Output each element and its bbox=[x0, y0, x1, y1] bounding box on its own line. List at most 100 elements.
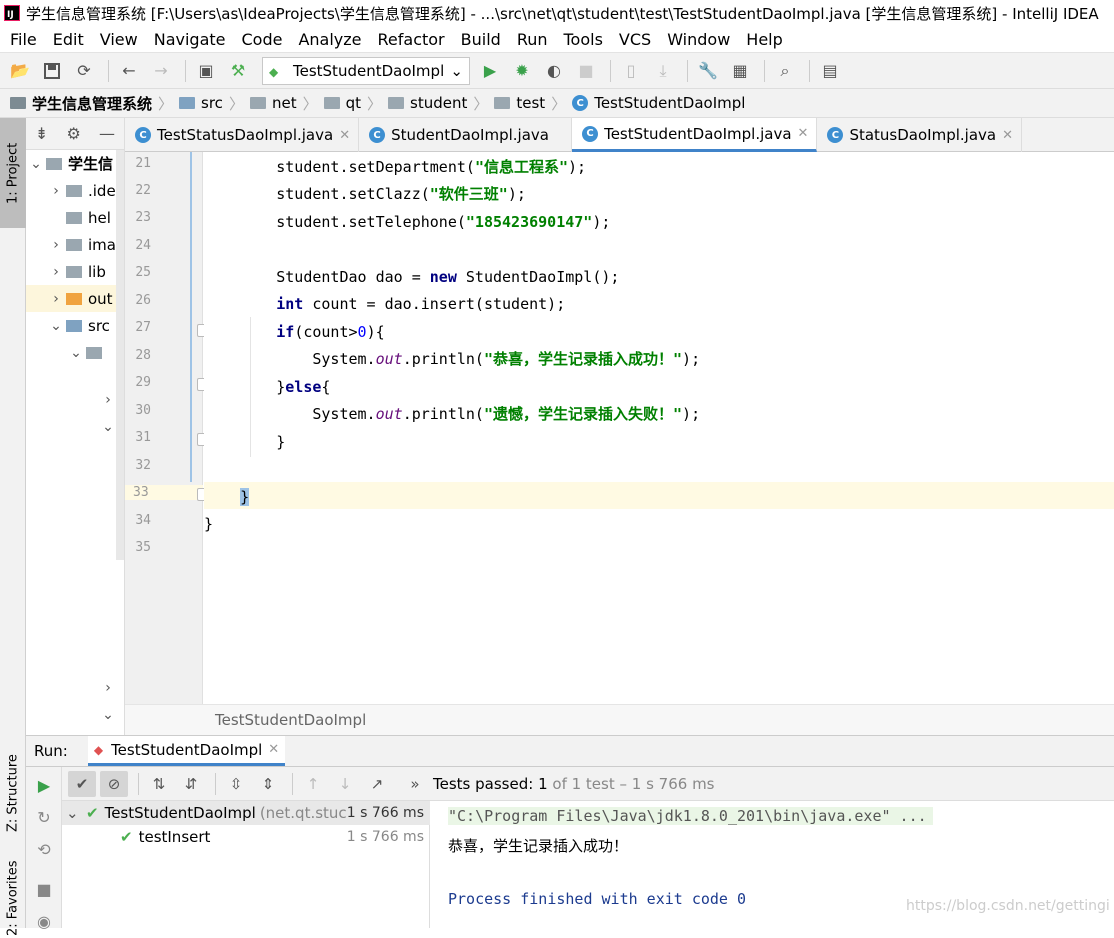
chevron-down-icon[interactable]: ⌄ bbox=[26, 156, 46, 172]
menu-tools[interactable]: Tools bbox=[556, 30, 611, 49]
camera-icon[interactable]: ◉ bbox=[32, 909, 56, 933]
test-case-row[interactable]: ✔ testInsert 1 s 766 ms bbox=[62, 825, 430, 849]
scrollbar[interactable] bbox=[116, 150, 124, 560]
breadcrumb-class[interactable]: C TestStudentDaoImpl bbox=[572, 94, 745, 112]
tree-item-collapsed[interactable]: › bbox=[26, 674, 124, 701]
tab-test-student-dao-impl[interactable]: C TestStudentDaoImpl.java ✕ bbox=[572, 118, 818, 152]
export-icon[interactable]: ↗ bbox=[363, 771, 391, 797]
chevron-down-icon[interactable]: ⌄ bbox=[66, 345, 86, 361]
breadcrumb-student[interactable]: student bbox=[388, 94, 467, 112]
next-icon[interactable]: ↓ bbox=[331, 771, 359, 797]
show-passed-icon[interactable]: ✔ bbox=[68, 770, 96, 797]
run-tab[interactable]: ◆ TestStudentDaoImpl ✕ bbox=[87, 736, 286, 766]
close-icon[interactable]: ✕ bbox=[1002, 128, 1013, 143]
gear-icon[interactable]: ⚙ bbox=[67, 124, 81, 143]
previous-icon[interactable]: ↑ bbox=[299, 771, 327, 797]
run-icon[interactable]: ▶ bbox=[476, 57, 504, 85]
menu-refactor[interactable]: Refactor bbox=[370, 30, 453, 49]
chevron-right-icon[interactable]: › bbox=[98, 392, 118, 408]
save-icon[interactable] bbox=[38, 57, 66, 85]
code-text: StudentDao dao = bbox=[204, 267, 430, 286]
tree-item-label: lib bbox=[88, 262, 106, 281]
sort-duration-icon[interactable]: ⇵ bbox=[177, 771, 205, 797]
sort-alpha-icon[interactable]: ⇅ bbox=[145, 771, 173, 797]
close-icon[interactable]: ✕ bbox=[339, 128, 350, 143]
menu-file[interactable]: File bbox=[2, 30, 45, 49]
coverage-icon[interactable]: ◐ bbox=[540, 57, 568, 85]
breadcrumb-project[interactable]: 学生信息管理系统 bbox=[10, 93, 152, 114]
window-icon[interactable]: ▣ bbox=[192, 57, 220, 85]
menu-build[interactable]: Build bbox=[453, 30, 509, 49]
breadcrumb-test[interactable]: test bbox=[494, 94, 545, 112]
breadcrumb-qt[interactable]: qt bbox=[323, 94, 361, 112]
menu-run[interactable]: Run bbox=[509, 30, 556, 49]
vcs-icon[interactable]: ▤ bbox=[816, 57, 844, 85]
project-tool-tab[interactable]: 1: Project bbox=[0, 118, 26, 228]
more-icon[interactable]: » bbox=[401, 771, 429, 797]
sync-icon[interactable]: ⟳ bbox=[70, 57, 98, 85]
chevron-down-icon[interactable]: ⌄ bbox=[46, 318, 66, 334]
menu-navigate[interactable]: Navigate bbox=[146, 30, 234, 49]
breadcrumb-src[interactable]: src bbox=[179, 94, 223, 112]
favorites-tool-tab[interactable]: 2: Favorites bbox=[0, 858, 26, 938]
tree-item-lib[interactable]: › lib bbox=[26, 258, 124, 285]
test-suite-row[interactable]: ⌄ ✔ TestStudentDaoImpl (net.qt.stuc 1 s … bbox=[62, 801, 430, 825]
rerun-failed-icon[interactable]: ↻ bbox=[32, 805, 56, 829]
collapse-all-icon[interactable]: ⇟ bbox=[35, 124, 48, 143]
tree-item-out[interactable]: › out bbox=[26, 285, 124, 312]
chevron-down-icon[interactable]: ⌄ bbox=[98, 419, 118, 435]
close-icon[interactable]: ✕ bbox=[798, 126, 809, 141]
menu-code[interactable]: Code bbox=[234, 30, 291, 49]
chevron-right-icon[interactable]: › bbox=[98, 680, 118, 696]
menu-analyze[interactable]: Analyze bbox=[290, 30, 369, 49]
back-arrow-icon[interactable]: ← bbox=[115, 57, 143, 85]
open-folder-icon[interactable]: 📂 bbox=[6, 57, 34, 85]
download-icon[interactable]: ⤓ bbox=[649, 57, 677, 85]
minimize-icon[interactable]: — bbox=[99, 124, 115, 143]
tab-student-dao-impl[interactable]: C StudentDaoImpl.java bbox=[359, 118, 573, 152]
chevron-right-icon[interactable]: › bbox=[46, 291, 66, 307]
run-config-select[interactable]: ◆ TestStudentDaoImpl ⌄ bbox=[262, 56, 470, 85]
menu-edit[interactable]: Edit bbox=[45, 30, 92, 49]
menu-help[interactable]: Help bbox=[738, 30, 790, 49]
chevron-right-icon[interactable]: › bbox=[46, 264, 66, 280]
tab-test-status-dao-impl[interactable]: C TestStatusDaoImpl.java ✕ bbox=[125, 118, 360, 152]
menu-view[interactable]: View bbox=[92, 30, 146, 49]
tree-item-idea[interactable]: › .ide bbox=[26, 177, 124, 204]
chevron-right-icon[interactable]: › bbox=[46, 183, 66, 199]
tree-item-src[interactable]: ⌄ src bbox=[26, 312, 124, 339]
tree-item-package[interactable]: ⌄ bbox=[26, 339, 124, 366]
structure-tool-tab[interactable]: Z: Structure bbox=[0, 738, 26, 848]
forward-arrow-icon[interactable]: → bbox=[147, 57, 175, 85]
show-ignored-icon[interactable]: ⊘ bbox=[100, 770, 128, 797]
close-icon[interactable]: ✕ bbox=[268, 742, 279, 757]
breadcrumb-label: net bbox=[271, 94, 297, 112]
wrench-settings-icon[interactable]: 🔧 bbox=[694, 57, 722, 85]
tree-item-project-root[interactable]: ⌄ 学生信 bbox=[26, 150, 124, 177]
breadcrumb-net[interactable]: net bbox=[249, 94, 297, 112]
tree-item-expanded[interactable]: ⌄ bbox=[26, 413, 124, 440]
menu-window[interactable]: Window bbox=[659, 30, 738, 49]
tab-status-dao-impl[interactable]: C StatusDaoImpl.java ✕ bbox=[817, 118, 1022, 152]
toggle-auto-test-icon[interactable]: ⟲ bbox=[32, 837, 56, 861]
editor-footer-label[interactable]: TestStudentDaoImpl bbox=[215, 711, 366, 729]
menu-vcs[interactable]: VCS bbox=[611, 30, 659, 49]
tree-item-images[interactable]: › ima bbox=[26, 231, 124, 258]
search-icon[interactable]: ⌕ bbox=[771, 57, 799, 85]
expand-all-icon[interactable]: ⇳ bbox=[222, 771, 250, 797]
chevron-right-icon[interactable]: › bbox=[46, 237, 66, 253]
collapse-all-icon[interactable]: ⇕ bbox=[254, 771, 282, 797]
chevron-down-icon[interactable]: ⌄ bbox=[98, 707, 118, 723]
rerun-icon[interactable]: ▶ bbox=[32, 773, 56, 797]
tree-item-collapsed[interactable]: › bbox=[26, 386, 124, 413]
tree-item-expanded[interactable]: ⌄ bbox=[26, 701, 124, 728]
bookmark-icon[interactable]: ▯ bbox=[617, 57, 645, 85]
code-editor[interactable]: student.setDepartment("信息工程系"); student.… bbox=[204, 152, 1114, 704]
tree-item-help[interactable]: hel bbox=[26, 204, 124, 231]
stop-icon[interactable]: ■ bbox=[32, 877, 56, 901]
chevron-down-icon[interactable]: ⌄ bbox=[66, 804, 86, 822]
project-structure-icon[interactable]: ▦ bbox=[726, 57, 754, 85]
debug-bug-icon[interactable]: ✹ bbox=[508, 57, 536, 85]
stop-icon[interactable]: ■ bbox=[572, 57, 600, 85]
build-hammer-icon[interactable]: ⚒ bbox=[224, 57, 252, 85]
